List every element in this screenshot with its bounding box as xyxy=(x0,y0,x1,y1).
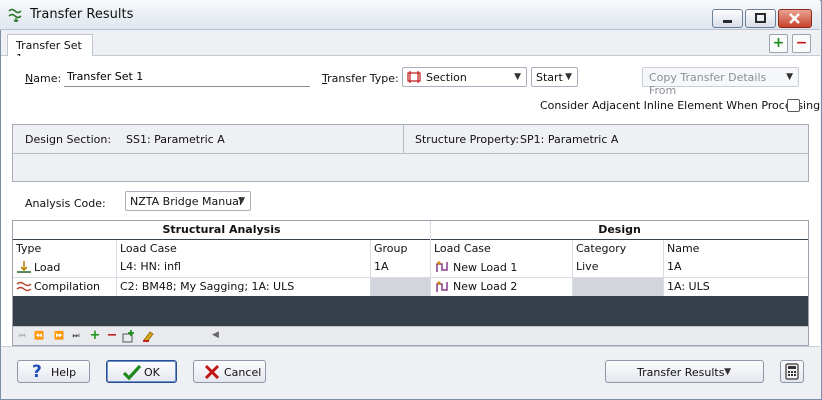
help-button-label: Help xyxy=(51,366,77,379)
column-divider xyxy=(116,240,117,296)
column-header-group[interactable]: Group xyxy=(371,240,430,258)
close-icon xyxy=(204,364,220,380)
chevron-down-icon: ▼ xyxy=(514,72,521,82)
plus-icon: + xyxy=(772,35,785,51)
row-group[interactable]: 1A xyxy=(371,258,430,277)
column-header-design-load-case[interactable]: Load Case xyxy=(431,240,572,258)
row-load-case[interactable]: L4: HN: infl xyxy=(117,258,370,277)
adjacent-inline-checkbox[interactable] xyxy=(787,99,800,112)
close-button[interactable] xyxy=(778,9,812,28)
design-load-case-text: New Load 2 xyxy=(453,280,518,293)
load-icon xyxy=(17,261,31,273)
transfer-type-label: Transfer Type: xyxy=(322,72,399,85)
cancel-button[interactable]: Cancel xyxy=(193,360,266,383)
minimize-button[interactable] xyxy=(712,9,743,28)
window-title: Transfer Results xyxy=(30,7,134,22)
column-header-category[interactable]: Category xyxy=(573,240,663,258)
restore-button[interactable] xyxy=(745,9,776,28)
column-divider xyxy=(572,240,573,296)
first-record-icon[interactable]: ⏮ xyxy=(15,329,29,343)
row-name[interactable]: 1A: ULS xyxy=(664,278,808,296)
row-name[interactable]: 1A xyxy=(664,258,808,277)
chevron-down-icon: ▼ xyxy=(724,367,731,377)
minimize-icon xyxy=(723,20,732,23)
remove-row-icon[interactable]: − xyxy=(105,329,119,343)
structure-property-value: SP1: Parametric A xyxy=(520,133,619,146)
start-value: Start xyxy=(536,71,563,84)
section-box-separator xyxy=(403,124,404,153)
analysis-code-value: NZTA Bridge Manual xyxy=(130,195,242,208)
add-transfer-set-button[interactable]: + xyxy=(769,34,788,53)
structural-analysis-header: Structural Analysis xyxy=(13,221,430,239)
row-type: Compilation xyxy=(34,280,101,293)
ok-button[interactable]: OK xyxy=(106,360,177,383)
structure-property-label: Structure Property: xyxy=(415,133,520,146)
chevron-down-icon: ▼ xyxy=(565,72,572,82)
row-category-empty[interactable] xyxy=(573,278,663,296)
remove-transfer-set-button[interactable]: − xyxy=(792,34,811,53)
adjacent-inline-label: Consider Adjacent Inline Element When Pr… xyxy=(540,99,821,112)
column-header-type[interactable]: Type xyxy=(13,240,116,258)
last-record-icon[interactable]: ⏭ xyxy=(69,329,83,343)
design-load-icon xyxy=(436,261,448,272)
calculator-icon xyxy=(785,363,799,380)
row-type: Load xyxy=(34,261,61,274)
column-header-name[interactable]: Name xyxy=(664,240,808,258)
row-category[interactable]: Live xyxy=(573,258,663,277)
column-divider xyxy=(370,240,371,296)
minus-icon: − xyxy=(795,35,808,51)
compilation-icon xyxy=(16,281,32,292)
name-label: Name: xyxy=(25,72,62,85)
clear-rows-icon[interactable] xyxy=(141,329,155,343)
row-design-load-case[interactable]: New Load 1 xyxy=(431,258,572,277)
column-divider xyxy=(663,240,664,296)
previous-record-icon[interactable]: ⏪ xyxy=(32,329,46,343)
analysis-code-dropdown[interactable]: NZTA Bridge Manual ▼ xyxy=(125,191,251,211)
cancel-button-label: Cancel xyxy=(224,366,262,379)
ok-button-label: OK xyxy=(144,366,160,379)
name-input[interactable] xyxy=(64,67,310,87)
insert-row-icon[interactable] xyxy=(122,329,136,343)
check-icon xyxy=(122,364,142,381)
table-row[interactable]: Compilation xyxy=(13,278,116,296)
start-dropdown[interactable]: Start ▼ xyxy=(531,67,578,87)
transfer-type-value: Section xyxy=(426,71,467,84)
transfer-results-button-label: Transfer Results xyxy=(637,366,725,379)
design-load-icon xyxy=(436,281,448,292)
tab-strip xyxy=(1,31,820,56)
row-group-empty[interactable] xyxy=(371,278,430,296)
design-header: Design xyxy=(431,221,808,239)
copy-transfer-details-button[interactable]: Copy Transfer Details From ▼ xyxy=(642,67,799,97)
row-load-case[interactable]: C2: BM48; My Sagging; 1A: ULS xyxy=(117,278,370,296)
design-section-label: Design Section: xyxy=(25,133,112,146)
transfer-results-button[interactable]: Transfer Results ▼ xyxy=(605,360,764,383)
help-button[interactable]: ? Help xyxy=(17,360,90,383)
row-design-load-case[interactable]: New Load 2 xyxy=(431,278,572,296)
chevron-down-icon: ▼ xyxy=(238,196,245,206)
add-row-icon[interactable]: + xyxy=(88,329,102,343)
section-icon xyxy=(407,71,421,83)
scroll-left-icon[interactable]: ◀ xyxy=(212,330,219,340)
transfer-type-dropdown[interactable]: Section ▼ xyxy=(402,67,527,87)
analysis-code-label: Analysis Code: xyxy=(25,197,106,210)
help-icon: ? xyxy=(32,362,42,382)
next-record-icon[interactable]: ⏩ xyxy=(52,329,66,343)
restore-icon xyxy=(755,13,766,23)
table-row[interactable]: Load xyxy=(13,258,116,277)
transfer-results-icon xyxy=(8,8,22,22)
column-header-load-case[interactable]: Load Case xyxy=(117,240,370,258)
tab-transfer-set-1[interactable]: Transfer Set 1 xyxy=(7,34,93,65)
design-section-value: SS1: Parametric A xyxy=(126,133,225,146)
calculator-button[interactable] xyxy=(780,360,804,383)
design-load-case-text: New Load 1 xyxy=(453,261,518,274)
section-box-divider xyxy=(12,153,809,154)
close-icon xyxy=(789,13,800,24)
chevron-down-icon: ▼ xyxy=(786,72,793,82)
